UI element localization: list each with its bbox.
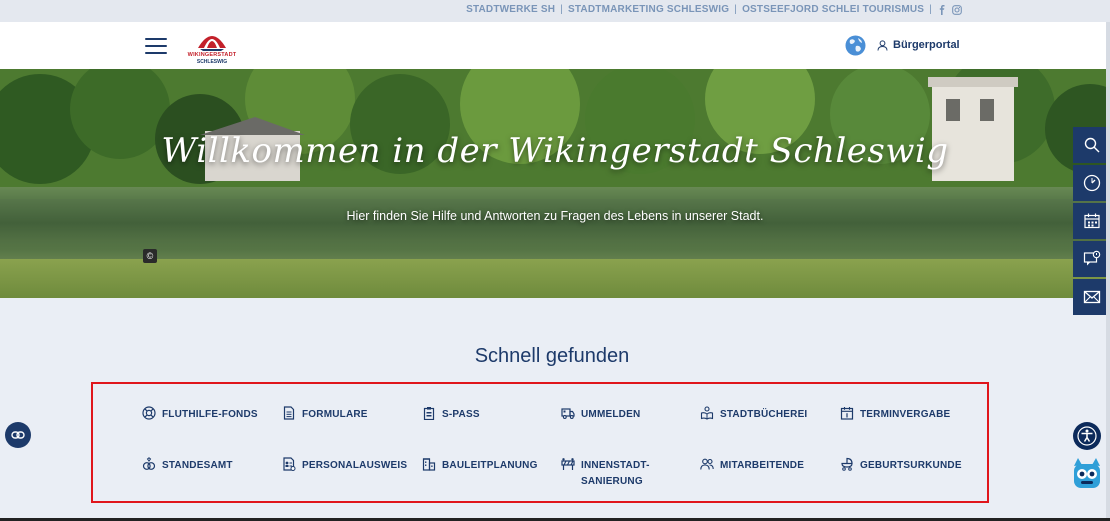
accessibility-button[interactable]: [1073, 422, 1101, 450]
quick-link-bauleitplanung[interactable]: BAULEITPLANUNG: [422, 458, 538, 474]
partner-links: STADTWERKE SH | STADTMARKETING SCHLESWIG…: [466, 4, 962, 15]
lawn: [0, 259, 1110, 298]
hero-banner: Willkommen in der Wikingerstadt Schleswi…: [0, 69, 1110, 298]
separator: |: [929, 4, 932, 15]
globe-language-icon[interactable]: [845, 35, 866, 56]
quick-link-label: BAULEITPLANUNG: [442, 460, 538, 471]
logo-text-top: WIKINGERSTADT: [187, 52, 237, 58]
viking-ship-logo-icon: [198, 36, 226, 51]
events-tool[interactable]: [1073, 203, 1110, 239]
quick-link-label: MITARBEITENDE: [720, 460, 805, 471]
hero-subtitle: Hier finden Sie Hilfe und Antworten zu F…: [346, 209, 764, 223]
opening-hours-tool[interactable]: [1073, 165, 1110, 201]
quick-link-label: INNENSTADT- SANIERUNG: [581, 460, 650, 487]
buergerportal-link[interactable]: Bürgerportal: [877, 39, 960, 51]
document-icon: [283, 406, 295, 420]
quick-links-title: Schnell gefunden: [474, 345, 630, 367]
building-icon: [422, 458, 436, 471]
quick-link-innenstadt-sanierung[interactable]: INNENSTADT- SANIERUNG: [561, 458, 650, 490]
quick-link-label: UMMELDEN: [581, 409, 641, 420]
link-chain-icon: [11, 431, 25, 439]
hero-title: Willkommen in der Wikingerstadt Schleswi…: [161, 131, 949, 171]
link-stadtmarketing[interactable]: STADTMARKETING SCHLESWIG: [568, 4, 729, 15]
quick-link-personalausweis[interactable]: PERSONALAUSWEIS: [282, 457, 408, 474]
quick-link-label: FLUTHILFE-FONDS: [162, 409, 258, 420]
clipboard-icon: [423, 407, 435, 420]
quick-link-ummelden[interactable]: UMMELDEN: [561, 407, 640, 423]
page-scrollbar[interactable]: [1106, 22, 1110, 521]
contact-tool[interactable]: [1073, 279, 1110, 315]
lifebuoy-icon: [142, 406, 156, 420]
quick-link-mitarbeitende[interactable]: MITARBEITENDE: [700, 458, 804, 474]
separator: |: [560, 4, 563, 15]
stroller-icon: [841, 457, 853, 471]
link-stadtwerke[interactable]: STADTWERKE SH: [466, 4, 555, 15]
quick-link-label: STADTBÜCHEREI: [720, 409, 808, 420]
calendar-icon: [840, 407, 854, 420]
quick-link-stadtbuecherei[interactable]: STADTBÜCHEREI: [700, 406, 808, 423]
quick-link-label: S-PASS: [442, 409, 480, 420]
search-icon: [1084, 137, 1099, 153]
quick-link-s-pass[interactable]: S-PASS: [422, 407, 480, 423]
truck-icon: [561, 408, 575, 419]
clock-icon: [1083, 174, 1100, 192]
reader-icon: [700, 406, 714, 420]
id-card-icon: [283, 457, 296, 471]
feedback-tool[interactable]: [1073, 241, 1110, 277]
side-toolbar: [1073, 127, 1110, 317]
accessibility-icon: [1077, 426, 1097, 446]
user-icon: [877, 39, 888, 51]
logo-text-bottom: SCHLESWIG: [196, 59, 228, 65]
quick-link-label: GEBURTSURKUNDE: [860, 460, 962, 471]
cookie-consent-button[interactable]: [5, 422, 31, 448]
menu-icon[interactable]: [145, 38, 167, 54]
calendar-icon: [1083, 213, 1100, 229]
site-logo[interactable]: WIKINGERSTADT SCHLESWIG: [184, 26, 240, 66]
portal-label: Bürgerportal: [893, 39, 960, 51]
mail-icon: [1083, 290, 1100, 304]
quick-link-label: STANDESAMT: [162, 460, 233, 471]
construction-icon: [561, 458, 575, 470]
top-bar: STADTWERKE SH | STADTMARKETING SCHLESWIG…: [0, 0, 1110, 22]
instagram-icon[interactable]: [952, 4, 962, 15]
chat-feedback-icon: [1083, 250, 1100, 266]
quick-link-terminvergabe[interactable]: TERMINVERGABE: [840, 407, 950, 423]
rings-icon: [142, 457, 156, 470]
link-tourismus[interactable]: OSTSEEFJORD SCHLEI TOURISMUS: [742, 4, 924, 15]
quick-link-label: TERMINVERGABE: [860, 409, 951, 420]
copyright-badge[interactable]: ©: [143, 249, 157, 263]
quick-link-formulare[interactable]: FORMULARE: [282, 406, 368, 423]
chatbot-mascot-icon[interactable]: [1071, 456, 1103, 490]
quick-link-label: PERSONALAUSWEIS: [302, 460, 408, 471]
site-header: WIKINGERSTADT SCHLESWIG Bürgerportal: [0, 22, 1110, 69]
separator: |: [734, 4, 738, 15]
quick-link-standesamt[interactable]: STANDESAMT: [142, 457, 233, 474]
quick-link-label: FORMULARE: [302, 409, 368, 420]
search-tool[interactable]: [1073, 127, 1110, 163]
quick-links-box: FLUTHILFE-FONDS FORMULARE S-PASS UMMELDE…: [91, 382, 989, 503]
facebook-icon[interactable]: [937, 4, 947, 15]
quick-link-fluthilfe[interactable]: FLUTHILFE-FONDS: [142, 406, 258, 423]
quick-link-geburtsurkunde[interactable]: GEBURTSURKUNDE: [840, 457, 962, 474]
people-icon: [700, 458, 714, 470]
